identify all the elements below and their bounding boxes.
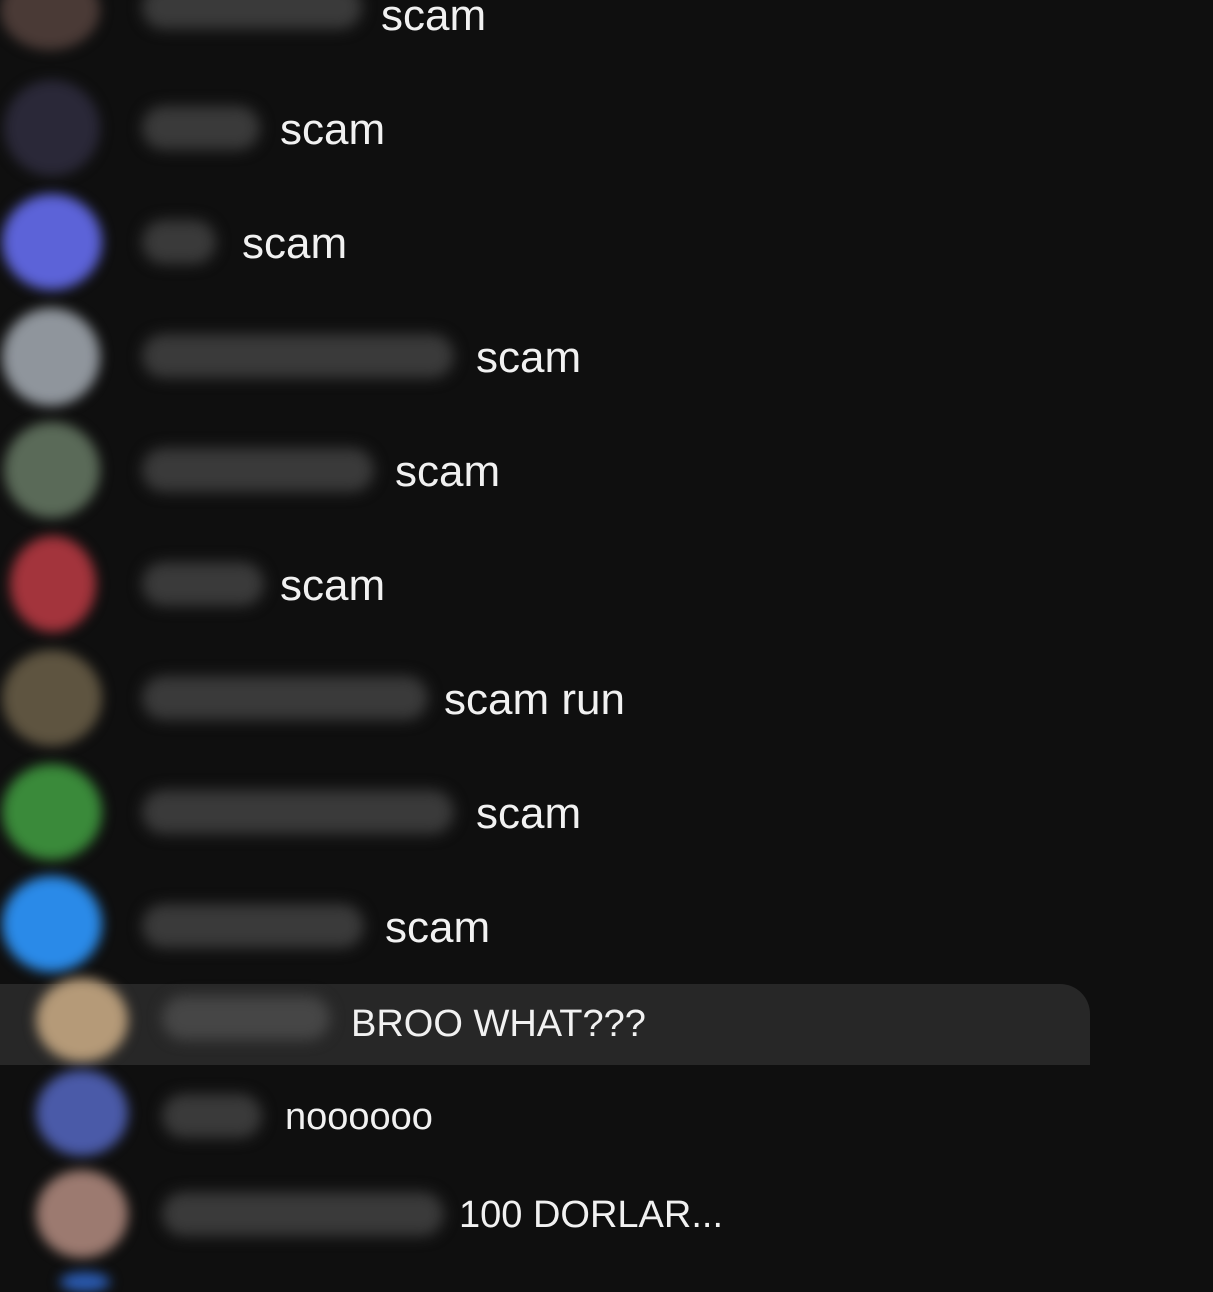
message-text: BROO WHAT??? <box>351 1003 646 1045</box>
message-text: scam <box>476 789 582 838</box>
message-text: scam <box>280 561 386 610</box>
avatar[interactable] <box>36 1170 128 1258</box>
chat-message: 100 DORLAR... <box>0 1166 1090 1262</box>
message-text: noooooo <box>285 1096 433 1138</box>
avatar[interactable] <box>60 1272 110 1292</box>
chat-message-highlighted: BROO WHAT??? <box>0 978 1090 1065</box>
avatar[interactable] <box>4 80 100 176</box>
chat-message: scam <box>0 302 1090 410</box>
message-text: scam <box>280 105 386 154</box>
chat-message: scam run <box>0 644 1090 752</box>
author-name-blurred[interactable] <box>142 220 216 264</box>
author-name-blurred[interactable] <box>142 106 260 150</box>
avatar[interactable] <box>4 422 100 518</box>
author-name-blurred[interactable] <box>142 562 264 606</box>
avatar[interactable] <box>2 194 102 290</box>
message-text: scam <box>242 219 348 268</box>
message-text: 100 DORLAR... <box>459 1194 723 1236</box>
avatar[interactable] <box>2 650 102 746</box>
author-name-blurred[interactable] <box>162 1192 444 1236</box>
author-name-blurred[interactable] <box>142 334 454 378</box>
avatar[interactable] <box>36 978 128 1062</box>
avatar[interactable] <box>2 308 100 406</box>
message-text: scam <box>381 0 487 40</box>
chat-message: scam <box>0 530 1090 638</box>
author-name-blurred[interactable] <box>142 0 362 29</box>
avatar[interactable] <box>2 764 102 860</box>
message-text: scam <box>385 903 491 952</box>
chat-message: scam <box>0 758 1090 866</box>
author-name-blurred[interactable] <box>162 1094 262 1138</box>
author-name-blurred[interactable] <box>142 904 364 948</box>
live-chat-list: scam scam scam scam scam scam scam run s… <box>0 0 1213 1292</box>
chat-message: scam <box>0 872 1090 980</box>
avatar[interactable] <box>36 1070 128 1156</box>
author-name-blurred[interactable] <box>142 676 428 720</box>
avatar[interactable] <box>10 536 96 632</box>
message-text: scam run <box>444 675 625 724</box>
message-text: scam <box>395 447 501 496</box>
chat-message: scam <box>0 416 1090 524</box>
chat-message: noooooo <box>0 1070 1090 1162</box>
chat-message: scam <box>0 0 1090 60</box>
chat-message: scam <box>0 74 1090 182</box>
message-text: scam <box>476 333 582 382</box>
author-name-blurred[interactable] <box>162 996 330 1040</box>
avatar[interactable] <box>2 876 102 972</box>
chat-message: scam <box>0 188 1090 296</box>
author-name-blurred[interactable] <box>142 790 454 834</box>
avatar[interactable] <box>0 0 100 50</box>
author-name-blurred[interactable] <box>142 448 374 492</box>
